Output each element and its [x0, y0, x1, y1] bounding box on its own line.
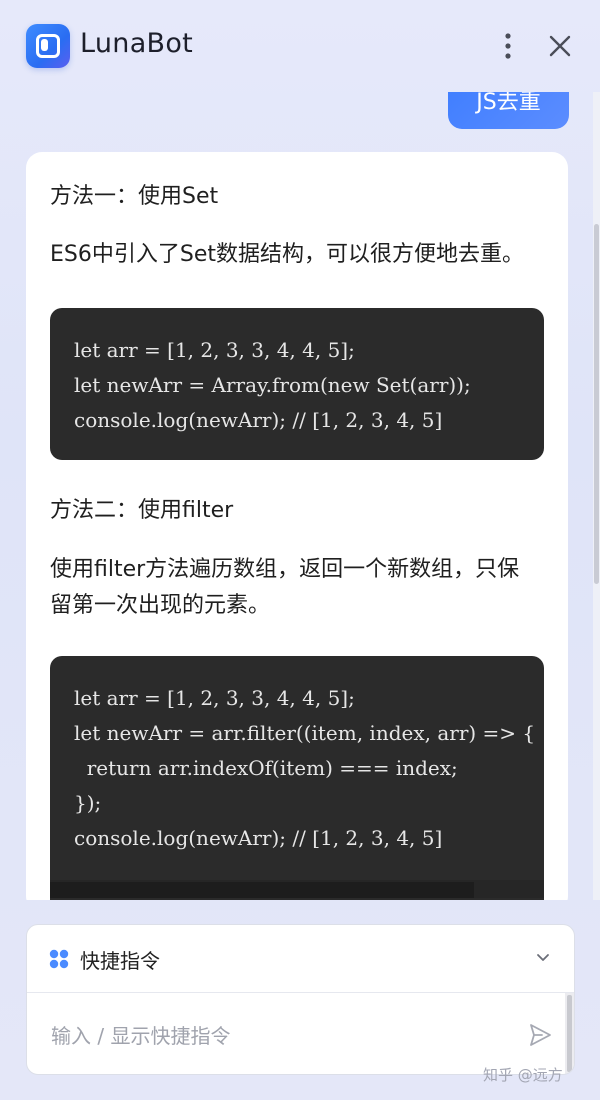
- shortcut-commands-label: 快捷指令: [80, 949, 160, 973]
- code-line: let arr = [1, 2, 3, 3, 4, 4, 5];: [74, 338, 355, 362]
- code-line: });: [74, 791, 102, 815]
- message-input[interactable]: [51, 1019, 491, 1053]
- logo-mark: [41, 39, 48, 51]
- code-line: return arr.indexOf(item) === index;: [74, 756, 458, 780]
- code-line: console.log(newArr); // [1, 2, 3, 4, 5]: [74, 408, 443, 432]
- chat-area[interactable]: JS去重 方法一：使用Set ES6中引入了Set数据结构，可以很方便地去重。 …: [0, 92, 600, 900]
- user-message-bubble: JS去重: [448, 92, 569, 129]
- header: LunaBot: [0, 0, 600, 92]
- shortcut-grid-icon: [49, 949, 69, 969]
- code-block-filter[interactable]: let arr = [1, 2, 3, 3, 4, 4, 5]; let new…: [50, 656, 544, 900]
- code-line: console.log(newArr); // [1, 2, 3, 4, 5]: [74, 826, 443, 850]
- app-title: LunaBot: [80, 28, 194, 59]
- shortcut-commands-toggle[interactable]: 快捷指令: [27, 925, 574, 993]
- send-icon[interactable]: [527, 1022, 553, 1048]
- chat-scrollbar-thumb[interactable]: [594, 224, 599, 584]
- code-line: let arr = [1, 2, 3, 3, 4, 4, 5];: [74, 686, 355, 710]
- code-block-set[interactable]: let arr = [1, 2, 3, 3, 4, 4, 5]; let new…: [50, 308, 544, 460]
- chevron-down-icon[interactable]: [535, 949, 551, 965]
- chat-window: LunaBot JS去重 方法一：使用Set ES6中引入了Set数据结构，可以…: [0, 0, 600, 1100]
- code-horizontal-scrollbar[interactable]: [50, 880, 544, 898]
- method1-title: 方法一：使用Set: [50, 184, 219, 209]
- more-vertical-icon[interactable]: [496, 30, 520, 62]
- method1-description: ES6中引入了Set数据结构，可以很方便地去重。: [50, 242, 524, 267]
- close-icon[interactable]: [546, 32, 574, 60]
- composer-panel: 快捷指令: [26, 924, 575, 1075]
- composer-scrollbar-thumb[interactable]: [567, 995, 572, 1072]
- code-line: let newArr = Array.from(new Set(arr));: [74, 373, 471, 397]
- logo-frame: [36, 34, 60, 58]
- method2-description-line2: 留第一次出现的元素。: [50, 593, 271, 618]
- method2-description-line1: 使用filter方法遍历数组，返回一个新数组，只保: [50, 557, 520, 582]
- method2-title: 方法二：使用filter: [50, 498, 234, 523]
- code-line: let newArr = arr.filter((item, index, ar…: [74, 721, 536, 745]
- watermark: 知乎 @远方: [483, 1066, 563, 1084]
- bot-reply-card: 方法一：使用Set ES6中引入了Set数据结构，可以很方便地去重。 let a…: [26, 152, 568, 900]
- app-logo: [26, 24, 70, 68]
- code-scroll-thumb[interactable]: [50, 882, 474, 898]
